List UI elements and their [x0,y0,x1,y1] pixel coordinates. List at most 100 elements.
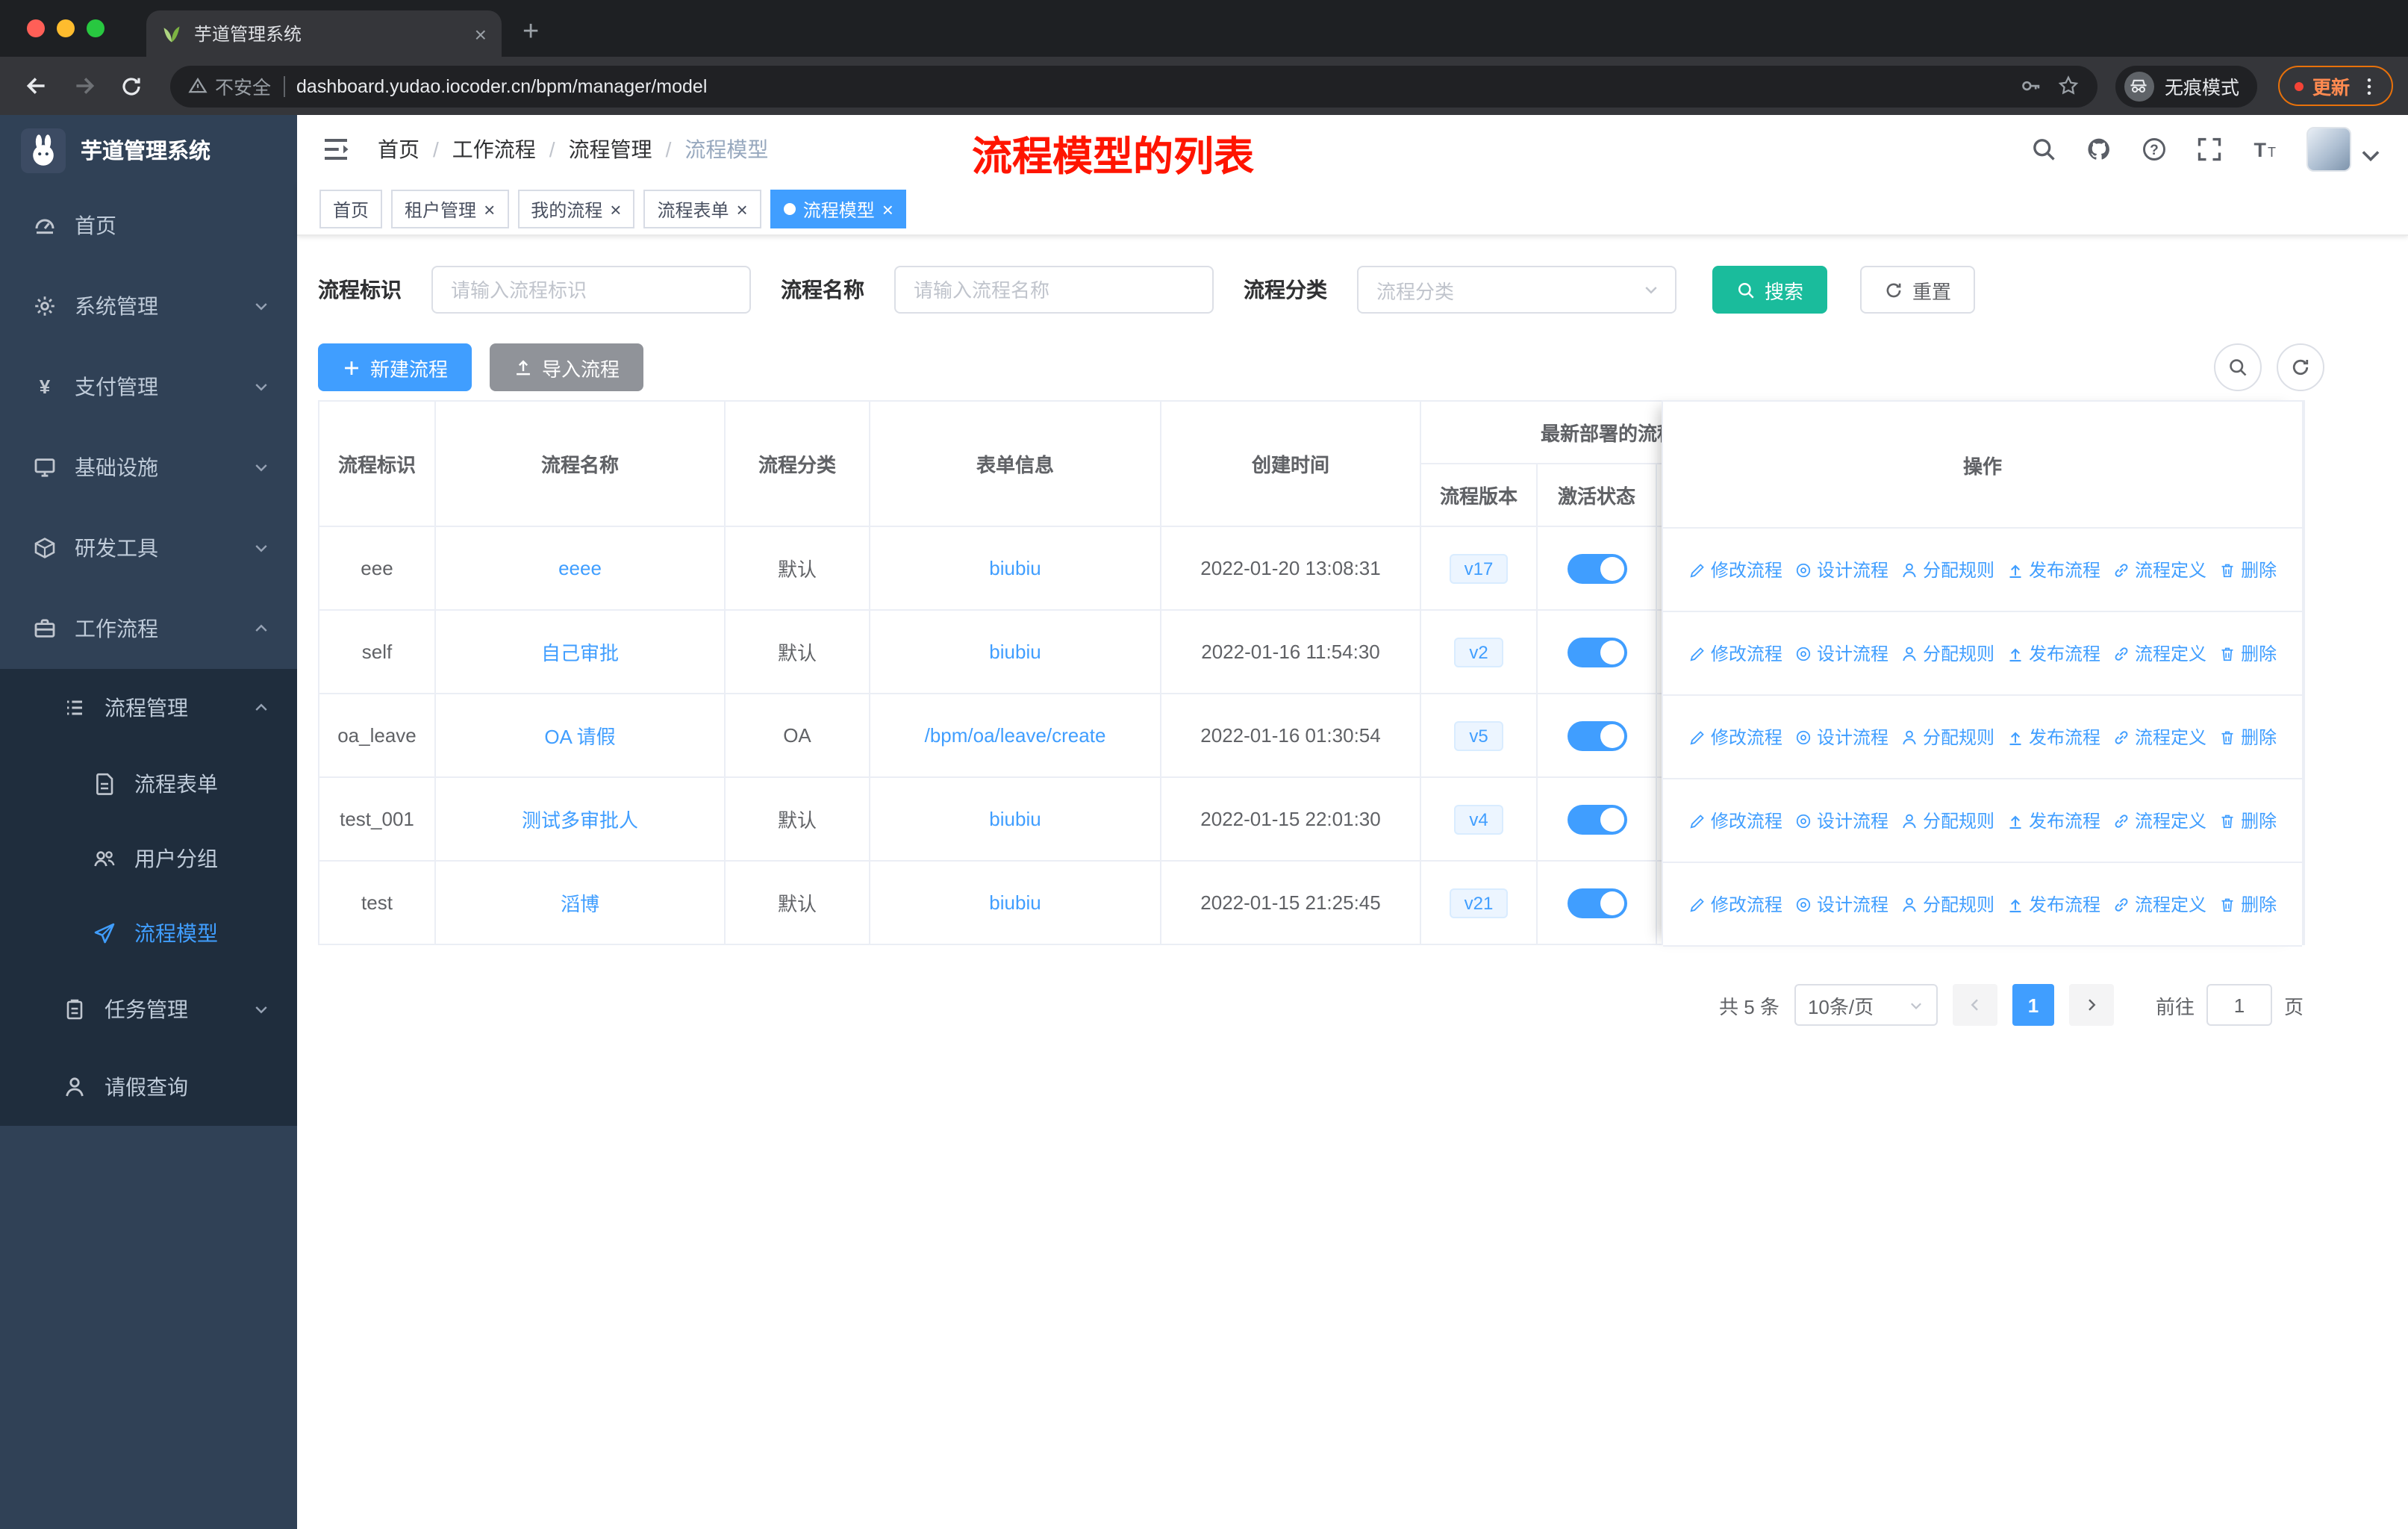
action-delete[interactable]: 删除 [2218,557,2277,582]
browser-tab[interactable]: 芋道管理系统 × [146,10,502,57]
action-publish[interactable]: 发布流程 [2006,891,2100,917]
browser-menu-icon[interactable] [2359,75,2380,96]
category-select[interactable]: 流程分类 [1357,266,1676,314]
version-tag[interactable]: v17 [1449,553,1509,583]
next-page-button[interactable] [2068,984,2114,1026]
sidebar-item-payment[interactable]: ¥ 支付管理 [0,346,297,427]
active-status-toggle[interactable] [1567,804,1626,834]
tag-close-icon[interactable]: × [882,199,893,219]
goto-page-input[interactable] [2206,984,2272,1026]
key-icon[interactable] [2020,75,2042,97]
breadcrumb-item[interactable]: 首页 [378,134,419,164]
logo[interactable]: 芋道管理系统 [0,115,297,185]
sidebar-item-process-manage[interactable]: 流程管理 [0,669,297,747]
action-assign[interactable]: 分配规则 [1900,808,1994,833]
window-minimize-button[interactable] [57,19,75,37]
action-definition[interactable]: 流程定义 [2112,808,2206,833]
tab-close-icon[interactable]: × [475,23,487,44]
sidebar-item-process-model[interactable]: 流程模型 [0,896,297,971]
tag-tenant[interactable]: 租户管理 × [391,190,509,228]
sidebar-item-leave-query[interactable]: 请假查询 [0,1048,297,1126]
active-status-toggle[interactable] [1567,888,1626,918]
action-design[interactable]: 设计流程 [1794,891,1888,917]
version-tag[interactable]: v5 [1454,720,1503,750]
action-publish[interactable]: 发布流程 [2006,641,2100,666]
create-process-button[interactable]: 新建流程 [318,343,472,391]
tag-close-icon[interactable]: × [737,199,748,219]
search-button[interactable]: 搜索 [1712,266,1828,314]
reload-button[interactable] [110,65,152,107]
action-delete[interactable]: 删除 [2218,808,2277,833]
cell-form-info[interactable]: biubiu [989,641,1041,663]
forward-button[interactable] [63,65,105,107]
tag-close-icon[interactable]: × [610,199,621,219]
search-icon[interactable] [2030,136,2057,163]
action-publish[interactable]: 发布流程 [2006,808,2100,833]
page-size-select[interactable]: 10条/页 [1794,984,1938,1026]
bookmark-star-icon[interactable] [2057,75,2080,97]
table-search-button[interactable] [2214,343,2262,391]
action-assign[interactable]: 分配规则 [1900,891,1994,917]
update-button[interactable]: 更新 [2277,66,2393,106]
action-edit[interactable]: 修改流程 [1688,808,1782,833]
action-edit[interactable]: 修改流程 [1688,724,1782,750]
fullscreen-icon[interactable] [2196,136,2223,163]
cell-process-name[interactable]: 自己审批 [541,642,619,664]
action-design[interactable]: 设计流程 [1794,724,1888,750]
window-zoom-button[interactable] [87,19,105,37]
user-menu[interactable] [2306,127,2384,172]
active-status-toggle[interactable] [1567,553,1626,583]
window-close-button[interactable] [27,19,45,37]
tag-process-form[interactable]: 流程表单 × [643,190,761,228]
page-number-1[interactable]: 1 [2012,984,2054,1026]
action-publish[interactable]: 发布流程 [2006,724,2100,750]
process-name-input[interactable] [894,266,1214,314]
sidebar-item-home[interactable]: 首页 [0,185,297,266]
action-design[interactable]: 设计流程 [1794,641,1888,666]
cell-process-name[interactable]: 测试多审批人 [522,809,638,832]
cell-form-info[interactable]: biubiu [989,557,1041,579]
active-status-toggle[interactable] [1567,637,1626,667]
sidebar-item-devtools[interactable]: 研发工具 [0,508,297,588]
sidebar-toggle-icon[interactable] [321,134,351,164]
sidebar-item-infrastructure[interactable]: 基础设施 [0,427,297,508]
import-process-button[interactable]: 导入流程 [490,343,644,391]
action-definition[interactable]: 流程定义 [2112,557,2206,582]
action-definition[interactable]: 流程定义 [2112,641,2206,666]
action-assign[interactable]: 分配规则 [1900,557,1994,582]
action-publish[interactable]: 发布流程 [2006,557,2100,582]
cell-process-name[interactable]: eeee [558,557,602,579]
sidebar-item-user-group[interactable]: 用户分组 [0,821,297,896]
process-key-input[interactable] [431,266,751,314]
breadcrumb-item[interactable]: 工作流程 [452,134,536,164]
address-bar[interactable]: 不安全 dashboard.yudao.iocoder.cn/bpm/manag… [170,65,2097,107]
reset-button[interactable]: 重置 [1860,266,1976,314]
action-definition[interactable]: 流程定义 [2112,891,2206,917]
cell-form-info[interactable]: biubiu [989,808,1041,830]
action-assign[interactable]: 分配规则 [1900,641,1994,666]
cell-process-name[interactable]: OA 请假 [544,726,615,748]
action-assign[interactable]: 分配规则 [1900,724,1994,750]
help-icon[interactable]: ? [2141,136,2168,163]
action-delete[interactable]: 删除 [2218,891,2277,917]
tag-home[interactable]: 首页 [319,190,383,228]
table-refresh-button[interactable] [2277,343,2324,391]
action-delete[interactable]: 删除 [2218,724,2277,750]
sidebar-item-task-manage[interactable]: 任务管理 [0,971,297,1048]
action-design[interactable]: 设计流程 [1794,808,1888,833]
sidebar-item-process-form[interactable]: 流程表单 [0,747,297,821]
back-button[interactable] [15,65,57,107]
github-icon[interactable] [2086,136,2112,163]
sidebar-item-system[interactable]: 系统管理 [0,266,297,346]
version-tag[interactable]: v2 [1454,637,1503,667]
tag-close-icon[interactable]: × [484,199,495,219]
action-definition[interactable]: 流程定义 [2112,724,2206,750]
action-delete[interactable]: 删除 [2218,641,2277,666]
action-edit[interactable]: 修改流程 [1688,641,1782,666]
font-size-icon[interactable]: TT [2251,136,2278,163]
action-edit[interactable]: 修改流程 [1688,557,1782,582]
user-avatar[interactable] [2306,127,2351,172]
cell-form-info[interactable]: /bpm/oa/leave/create [925,724,1106,747]
sidebar-item-workflow[interactable]: 工作流程 [0,588,297,669]
breadcrumb-item[interactable]: 流程管理 [569,134,652,164]
